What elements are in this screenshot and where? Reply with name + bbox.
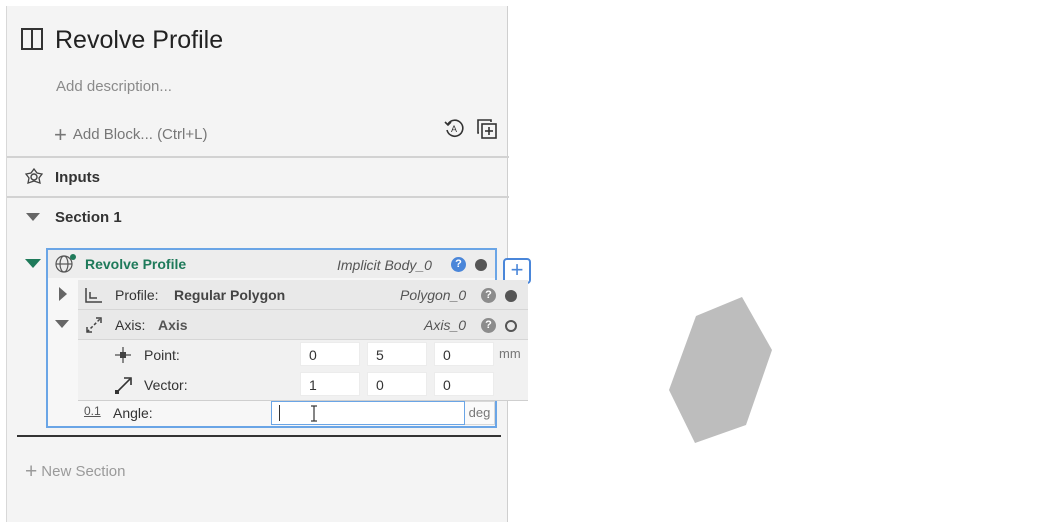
axis-ref: Axis_0 [424, 317, 467, 333]
block-header[interactable]: Revolve Profile Implicit Body_0 ? [48, 250, 495, 278]
inputs-icon [24, 167, 44, 184]
auto-rebuild-icon[interactable]: A [444, 118, 464, 138]
svg-text:A: A [451, 124, 457, 134]
ibeam-cursor-icon [311, 405, 317, 422]
axis-icon [86, 317, 102, 333]
plus-icon: + [54, 122, 67, 147]
point-unit: mm [499, 346, 521, 361]
duplicate-block-icon[interactable] [476, 118, 498, 140]
vector-y-input[interactable]: 0 [367, 372, 427, 396]
status-ring-icon[interactable] [505, 320, 517, 332]
point-x-input[interactable]: 0 [300, 342, 360, 366]
axis-collapse-toggle[interactable] [55, 320, 69, 328]
profile-expand-toggle[interactable] [59, 287, 67, 301]
block-collapse-toggle[interactable] [25, 259, 41, 268]
description-field[interactable]: Add description... [56, 78, 172, 95]
axis-value[interactable]: Axis [158, 317, 188, 333]
block-title: Revolve Profile [85, 256, 187, 272]
point-z-input[interactable]: 0 [434, 342, 494, 366]
add-block-label: Add Block... (Ctrl+L) [72, 126, 208, 143]
new-section-label: New Section [41, 463, 126, 480]
divider [78, 400, 528, 401]
page-title[interactable]: Revolve Profile [55, 26, 223, 55]
help-icon[interactable]: ? [481, 318, 496, 333]
profile-row[interactable]: Profile: Regular Polygon Polygon_0 ? [78, 280, 528, 310]
help-icon[interactable]: ? [451, 257, 466, 272]
vector-z-input[interactable]: 0 [434, 372, 494, 396]
profile-value[interactable]: Regular Polygon [174, 287, 285, 303]
angle-unit: deg [465, 401, 495, 425]
point-label: Point: [144, 347, 180, 363]
block-output-ref: Implicit Body_0 [337, 257, 432, 273]
plus-icon: + [25, 460, 38, 483]
new-section-button[interactable]: + New Section [25, 458, 126, 483]
section-end-line [17, 435, 501, 437]
text-cursor [279, 405, 280, 421]
status-dot-icon[interactable] [475, 259, 487, 271]
point-y-input[interactable]: 5 [367, 342, 427, 366]
add-block-button[interactable]: + Add Block... (Ctrl+L) [54, 119, 208, 147]
profile-ref: Polygon_0 [400, 287, 467, 303]
axis-row[interactable]: Axis: Axis Axis_0 ? [78, 310, 528, 340]
vector-icon [115, 377, 132, 394]
divider [7, 196, 509, 198]
viewport-canvas[interactable] [520, 0, 1064, 522]
panel-layout-icon[interactable] [21, 28, 43, 50]
revolved-shape[interactable] [669, 297, 772, 443]
status-dot-icon[interactable] [505, 290, 517, 302]
block-editor-panel: Revolve Profile Add description... + Add … [6, 6, 531, 522]
section-collapse-toggle[interactable] [26, 213, 40, 221]
help-icon[interactable]: ? [481, 288, 496, 303]
inputs-label[interactable]: Inputs [55, 169, 100, 186]
angle-input[interactable] [271, 401, 465, 425]
divider [7, 156, 509, 158]
profile-sketch-icon [85, 288, 102, 303]
section-label[interactable]: Section 1 [55, 209, 122, 226]
number-icon: 0.1 [84, 404, 101, 418]
axis-label: Axis: [115, 317, 146, 333]
angle-label: Angle: [113, 405, 153, 421]
point-icon [115, 347, 131, 363]
revolve-icon [55, 254, 76, 273]
profile-label: Profile: [115, 287, 159, 303]
vector-label: Vector: [144, 377, 188, 393]
vector-x-input[interactable]: 1 [300, 372, 360, 396]
